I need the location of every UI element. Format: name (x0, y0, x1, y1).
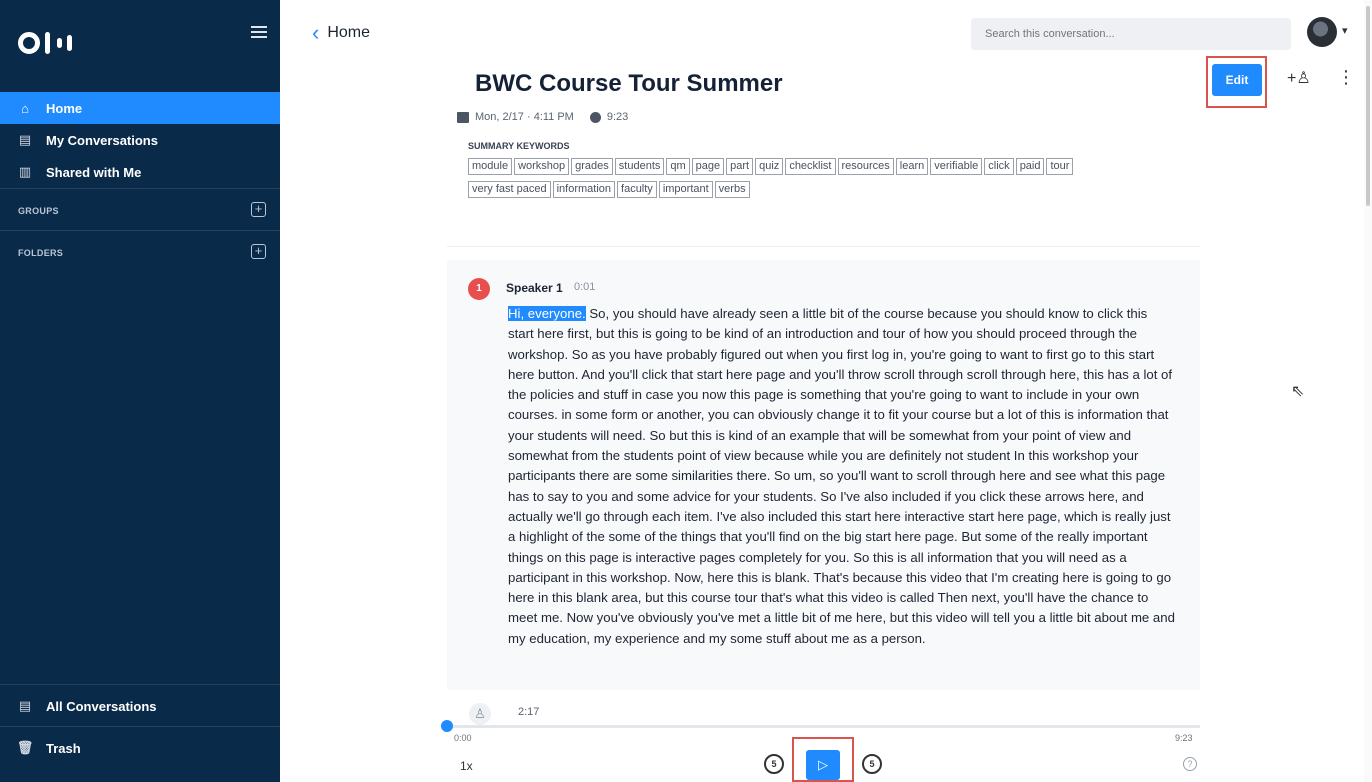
keywords-label: SUMMARY KEYWORDS (468, 141, 570, 151)
sidebar-item-label: Trash (46, 740, 81, 756)
otter-logo[interactable] (18, 28, 72, 58)
keywords-row: very fast paced information faculty importa… (468, 181, 750, 198)
keyword-tag[interactable]: very fast paced (468, 181, 551, 198)
divider (0, 684, 280, 685)
keyword-tag[interactable]: learn (895, 158, 929, 175)
keyword-tag[interactable]: qm (666, 158, 690, 175)
keyword-tag[interactable]: quiz (755, 158, 784, 175)
chevron-down-icon[interactable]: ▾ (1342, 24, 1348, 37)
speaker-avatar[interactable]: 1 (468, 278, 490, 300)
menu-icon[interactable] (251, 26, 267, 38)
speaker-name[interactable]: Speaker 1 (506, 281, 563, 295)
shared-icon: ▥ (18, 164, 32, 179)
keyword-tag[interactable]: tour (1046, 158, 1074, 175)
keyword-tag[interactable]: page (691, 158, 725, 175)
playback-handle[interactable] (441, 720, 453, 732)
conversations-icon: ▤ (18, 132, 32, 147)
highlighted-text: Hi, everyone. (508, 306, 586, 321)
keyword-tag[interactable]: paid (1015, 158, 1045, 175)
sidebar-item-label: My Conversations (46, 132, 158, 148)
keyword-tag[interactable]: grades (571, 158, 613, 175)
more-options-icon[interactable]: ⋮ (1337, 68, 1355, 86)
keyword-tag[interactable]: verbs (714, 181, 750, 198)
sidebar: ⌂ Home ▤ My Conversations ▥ Shared with … (0, 0, 280, 782)
divider (447, 246, 1200, 247)
forward-5-icon[interactable]: 5 (862, 754, 882, 774)
divider (0, 188, 280, 189)
play-button[interactable]: ▷ (806, 750, 840, 780)
rewind-5-icon[interactable]: 5 (764, 754, 784, 774)
scrollbar-thumb[interactable] (1366, 6, 1370, 206)
trash-icon: 🗑 (16, 740, 34, 755)
speaker-timestamp[interactable]: 0:01 (574, 281, 595, 293)
back-label: Home (327, 24, 371, 41)
add-folder-button[interactable]: + (251, 244, 266, 259)
current-time: 0:00 (454, 733, 472, 743)
home-icon: ⌂ (21, 100, 29, 116)
conversation-duration: 9:23 (606, 111, 629, 123)
keyword-tag[interactable]: click (984, 158, 1014, 175)
sidebar-item-label: Shared with Me (46, 164, 142, 180)
sidebar-item-shared-with-me[interactable]: ▥ Shared with Me (0, 156, 280, 188)
keyword-tag[interactable]: checklist (785, 158, 836, 175)
add-group-button[interactable]: + (251, 202, 266, 217)
keyword-tag[interactable]: students (614, 158, 665, 175)
conversation-date: Mon, 2/17 · 4:11 PM (475, 111, 574, 123)
playback-progress-bar[interactable] (447, 725, 1200, 728)
back-button[interactable]: ‹ Home (312, 20, 371, 45)
calendar-icon (457, 111, 469, 123)
keyword-tag[interactable]: important (658, 181, 713, 198)
divider (0, 726, 280, 727)
conversation-meta: Mon, 2/17 · 4:11 PM 9:23 (457, 111, 628, 123)
scrollbar[interactable] (1364, 0, 1372, 782)
divider (0, 230, 280, 231)
keyword-tag[interactable]: resources (837, 158, 894, 175)
playback-speed-button[interactable]: 1x (460, 759, 473, 773)
keywords-row: module workshop grades students qm page part qu… (468, 158, 1074, 175)
folders-label: FOLDERS (18, 248, 64, 258)
groups-label: GROUPS (18, 206, 59, 216)
avatar[interactable] (1307, 17, 1337, 47)
sidebar-item-label: Home (46, 100, 83, 116)
sidebar-item-all-conversations[interactable]: ▤ All Conversations (0, 690, 280, 722)
total-time: 9:23 (1175, 733, 1193, 743)
keyword-tag[interactable]: faculty (617, 181, 657, 198)
unknown-speaker-icon[interactable]: ♙ (469, 703, 491, 725)
add-person-icon[interactable]: +♙ (1287, 68, 1311, 88)
chevron-left-icon: ‹ (312, 20, 320, 45)
edit-button[interactable]: Edit (1212, 64, 1262, 96)
page-title: BWC Course Tour Summer (475, 70, 783, 97)
all-conversations-icon: ▤ (18, 698, 32, 713)
transcript-paragraph[interactable]: Hi, everyone. So, you should have alread… (508, 304, 1176, 649)
search-input[interactable] (971, 18, 1291, 50)
help-icon[interactable]: ? (1183, 757, 1197, 771)
sidebar-item-label: All Conversations (46, 698, 157, 714)
keyword-tag[interactable]: verifiable (930, 158, 983, 175)
sidebar-item-my-conversations[interactable]: ▤ My Conversations (0, 124, 280, 156)
speaker-timestamp[interactable]: 2:17 (518, 706, 539, 718)
mouse-cursor-icon: ⇖ (1291, 383, 1305, 400)
sidebar-item-trash[interactable]: 🗑 Trash (0, 732, 280, 764)
sidebar-item-home[interactable]: ⌂ Home (0, 92, 280, 124)
transcript-text: So, you should have already seen a littl… (508, 306, 1175, 646)
keyword-tag[interactable]: module (468, 158, 513, 175)
keyword-tag[interactable]: information (552, 181, 616, 198)
keyword-tag[interactable]: part (726, 158, 754, 175)
keyword-tag[interactable]: workshop (514, 158, 570, 175)
clock-icon (589, 111, 601, 123)
